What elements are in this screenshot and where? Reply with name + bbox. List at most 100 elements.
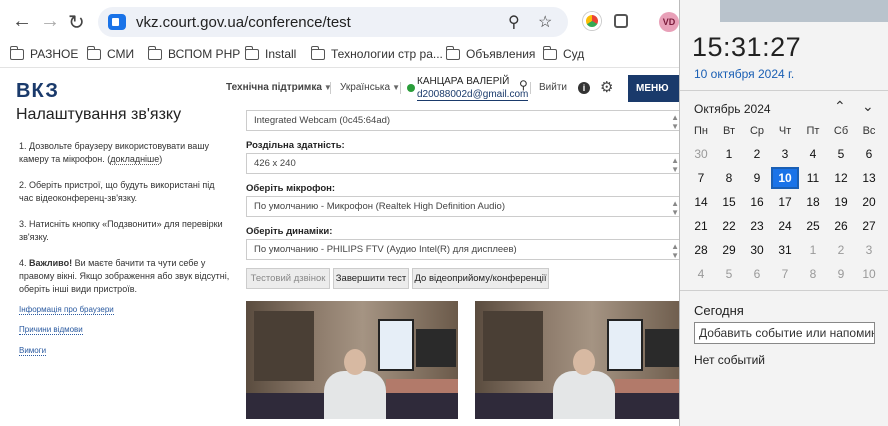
test-call-button[interactable]: Тестовий дзвінок [246, 268, 330, 289]
folder-icon [87, 45, 101, 60]
calendar-day[interactable]: 2 [827, 239, 855, 261]
user-email-link[interactable]: d20088002d@gmail.com [417, 89, 529, 101]
calendar-day[interactable]: 6 [743, 263, 771, 285]
to-reception-button[interactable]: До відеоприйому/конференції [412, 268, 549, 289]
calendar-day[interactable]: 8 [715, 167, 743, 189]
extension-color-icon[interactable] [583, 12, 601, 30]
calendar-day[interactable]: 22 [715, 215, 743, 237]
bookmark-folder[interactable]: СМИ [87, 45, 134, 61]
calendar-day[interactable]: 29 [715, 239, 743, 261]
logout-link[interactable]: Вийти [539, 82, 567, 93]
gear-icon[interactable]: ⚙ [600, 78, 613, 96]
bookmark-folder[interactable]: Install [245, 45, 296, 61]
calendar-day[interactable]: 1 [799, 239, 827, 261]
divider [330, 82, 331, 94]
extensions-puzzle-icon[interactable] [614, 14, 628, 28]
browser-info-link[interactable]: Інформація про браузери [19, 305, 114, 315]
calendar-day[interactable]: 9 [827, 263, 855, 285]
star-icon[interactable]: ☆ [538, 12, 552, 32]
calendar-day[interactable]: 4 [799, 143, 827, 165]
bookmark-folder[interactable]: Суд [543, 45, 584, 61]
bookmark-folder[interactable]: Объявления [446, 45, 535, 61]
info-icon[interactable]: i [578, 82, 590, 94]
calendar-day[interactable]: 1 [715, 143, 743, 165]
calendar-day[interactable]: 13 [855, 167, 883, 189]
calendar-day[interactable]: 9 [743, 167, 771, 189]
url-text[interactable]: vkz.court.gov.ua/conference/test [136, 14, 351, 31]
weekday-label: Пт [806, 125, 820, 137]
calendar-day[interactable]: 14 [687, 191, 715, 213]
caret-down-icon: ▼ [392, 83, 400, 92]
select-arrow-icon: ▲ ▼ [671, 242, 679, 260]
calendar-day[interactable]: 6 [855, 143, 883, 165]
forward-arrow-icon[interactable]: → [40, 10, 60, 33]
resolution-select[interactable]: 426 x 240 ▲ ▼ [246, 153, 680, 174]
calendar-day[interactable]: 3 [855, 239, 883, 261]
calendar-day[interactable]: 25 [799, 215, 827, 237]
back-arrow-icon[interactable]: ← [12, 10, 32, 33]
reload-icon[interactable]: ↻ [68, 10, 85, 35]
calendar-day[interactable]: 18 [799, 191, 827, 213]
remote-video-preview [475, 301, 687, 419]
calendar-day[interactable]: 17 [771, 191, 799, 213]
weekday-label: Вс [862, 125, 876, 137]
profile-avatar[interactable]: VD [659, 12, 679, 32]
calendar-day[interactable]: 20 [855, 191, 883, 213]
requirements-link[interactable]: Вимоги [19, 346, 47, 356]
weekday-label: Пн [694, 125, 708, 137]
microphone-select[interactable]: По умолчанию - Микрофон (Realtek High De… [246, 196, 680, 217]
weekday-label: Чт [778, 125, 792, 137]
calendar-day[interactable]: 2 [743, 143, 771, 165]
bookmark-folder[interactable]: ВСПОМ PHP [148, 45, 240, 61]
calendar-day[interactable]: 31 [771, 239, 799, 261]
menu-button[interactable]: МЕНЮ [628, 75, 680, 102]
next-month-icon[interactable]: ⌄ [862, 98, 874, 115]
calendar-day[interactable]: 10 [855, 263, 883, 285]
calendar-day[interactable]: 7 [771, 263, 799, 285]
refusal-reasons-link[interactable]: Причини відмови [19, 325, 83, 335]
previous-month-icon[interactable]: ⌃ [834, 98, 846, 115]
calendar-day-today[interactable]: 10 [771, 167, 799, 189]
address-bar[interactable]: vkz.court.gov.ua/conference/test ⚲ ☆ [98, 7, 568, 37]
calendar-day[interactable]: 4 [687, 263, 715, 285]
site-logo[interactable]: ВКЗ [16, 80, 59, 103]
language-menu[interactable]: Українська ▼ [340, 82, 400, 93]
calendar-day[interactable]: 3 [771, 143, 799, 165]
add-event-input[interactable]: Добавить событие или напомина [694, 322, 875, 344]
month-header[interactable]: Октябрь 2024 [694, 102, 771, 116]
key-icon[interactable]: ⚲ [519, 78, 528, 92]
clock-date-link[interactable]: 10 октября 2024 г. [694, 67, 794, 81]
calendar-day[interactable]: 11 [799, 167, 827, 189]
bookmark-folder[interactable]: Технологии стр ра... [311, 45, 443, 61]
details-link[interactable]: докладніше [110, 154, 160, 165]
calendar-day[interactable]: 8 [799, 263, 827, 285]
camera-select[interactable]: Integrated Webcam (0c45:64ad) ▲ ▼ [246, 110, 680, 131]
calendar-day[interactable]: 28 [687, 239, 715, 261]
taskbar-strip [720, 0, 888, 22]
calendar-day[interactable]: 26 [827, 215, 855, 237]
calendar-day[interactable]: 5 [827, 143, 855, 165]
select-arrow-icon: ▲ ▼ [671, 113, 679, 131]
calendar-day[interactable]: 5 [715, 263, 743, 285]
speakers-select[interactable]: По умолчанию - PHILIPS FTV (Аудио Intel(… [246, 239, 680, 260]
calendar-day[interactable]: 7 [687, 167, 715, 189]
calendar-day[interactable]: 30 [743, 239, 771, 261]
microphone-label: Оберіть мікрофон: [246, 183, 336, 194]
instruction-step: 1. Дозвольте браузеру використовувати ва… [19, 141, 210, 165]
calendar-day[interactable]: 12 [827, 167, 855, 189]
calendar-day[interactable]: 23 [743, 215, 771, 237]
calendar-day[interactable]: 15 [715, 191, 743, 213]
calendar-day[interactable]: 21 [687, 215, 715, 237]
calendar-day[interactable]: 24 [771, 215, 799, 237]
calendar-day[interactable]: 30 [687, 143, 715, 165]
instruction-step: 3. Натисніть кнопку «Подзвонити» для пер… [19, 219, 223, 242]
calendar-day[interactable]: 16 [743, 191, 771, 213]
weekday-label: Сб [833, 125, 849, 137]
finish-test-button[interactable]: Завершити тест [333, 268, 409, 289]
calendar-day[interactable]: 19 [827, 191, 855, 213]
divider [680, 90, 888, 91]
zoom-icon[interactable]: ⚲ [508, 12, 520, 32]
calendar-day[interactable]: 27 [855, 215, 883, 237]
support-menu[interactable]: Технічна підтримка ▼ [226, 82, 332, 93]
bookmark-folder[interactable]: РАЗНОЕ [10, 45, 78, 61]
